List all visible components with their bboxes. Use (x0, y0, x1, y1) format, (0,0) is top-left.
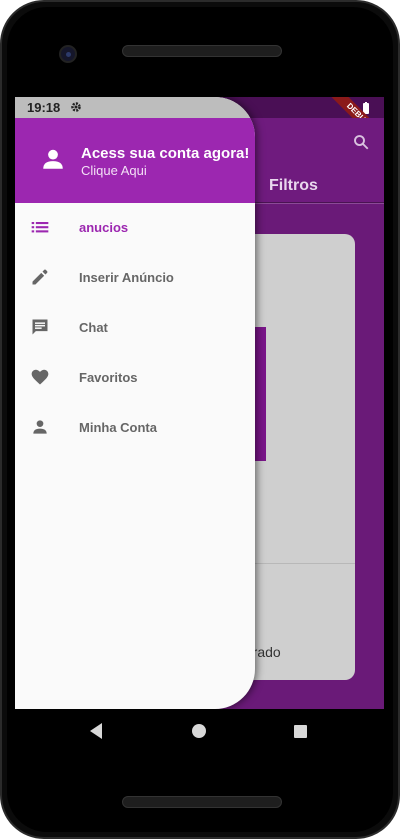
menu-item-chat[interactable]: Chat (15, 303, 255, 353)
drawer-header[interactable]: Acess sua conta agora! Clique Aqui (15, 118, 255, 203)
search-icon[interactable] (352, 133, 370, 151)
menu-item-label: Chat (79, 320, 108, 335)
person-icon (33, 420, 47, 434)
home-icon[interactable] (192, 724, 206, 738)
gear-icon (71, 102, 81, 112)
menu-item-favoritos[interactable]: Favoritos (15, 353, 255, 403)
menu-item-anucios[interactable]: anucios (15, 203, 255, 253)
phone-frame: DEBUG Filtros ntrado 19:18 Acess sua con… (0, 0, 400, 839)
header-subtitle[interactable]: Clique Aqui (81, 163, 147, 178)
menu-item-label: Minha Conta (79, 420, 157, 435)
back-icon[interactable] (88, 722, 104, 740)
edit-icon (32, 269, 48, 285)
device-screen: DEBUG Filtros ntrado 19:18 Acess sua con… (15, 97, 384, 709)
chat-icon (32, 319, 48, 335)
person-icon (43, 149, 63, 169)
header-title: Acess sua conta agora! (81, 145, 250, 162)
list-icon (31, 222, 49, 233)
bottom-speaker (122, 796, 282, 808)
front-camera (59, 45, 77, 63)
drawer-status-bar: 19:18 (15, 97, 255, 118)
heart-icon (31, 369, 49, 385)
status-time: 19:18 (27, 100, 61, 115)
tab-filters[interactable]: Filtros (269, 177, 318, 195)
card-divider (240, 563, 355, 564)
earpiece-speaker (122, 45, 282, 57)
menu-item-label: Favoritos (79, 370, 138, 385)
navigation-drawer: 19:18 Acess sua conta agora! Clique Aqui (15, 97, 255, 709)
recent-apps-icon[interactable] (294, 725, 307, 738)
menu-item-label: anucios (79, 220, 129, 235)
menu-item-label: Inserir Anúncio (79, 270, 174, 285)
menu-item-inserir-anuncio[interactable]: Inserir Anúncio (15, 253, 255, 303)
menu-item-minha-conta[interactable]: Minha Conta (15, 403, 255, 453)
